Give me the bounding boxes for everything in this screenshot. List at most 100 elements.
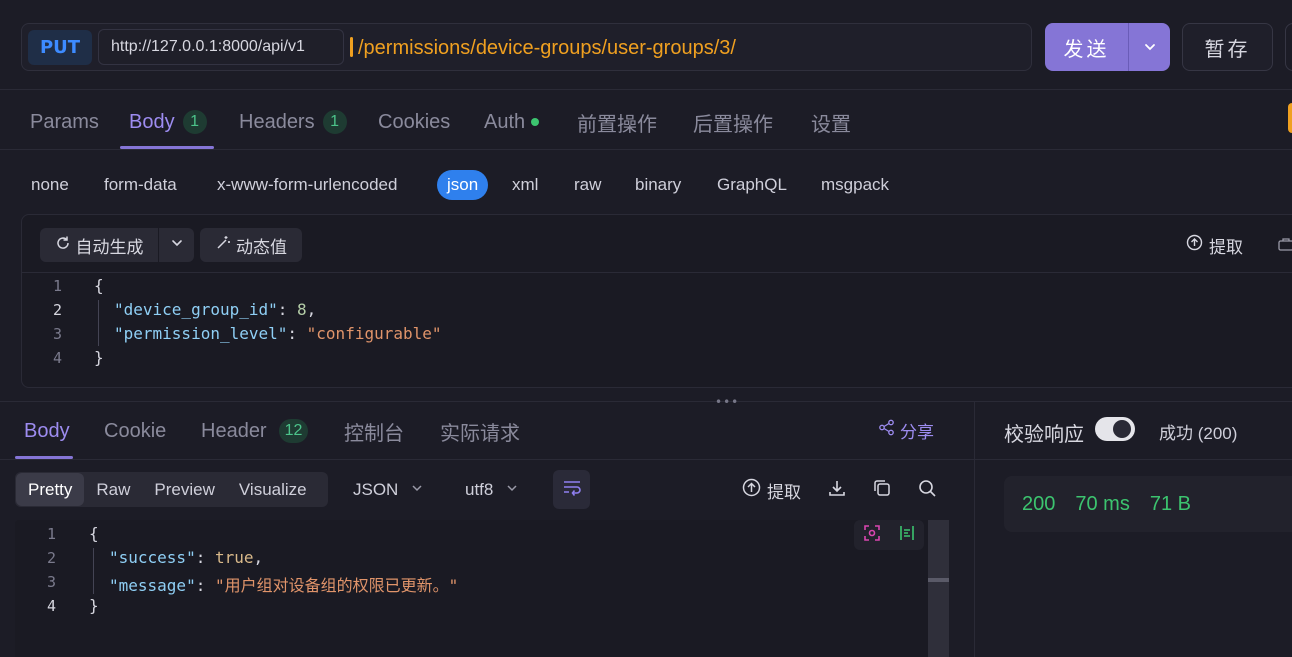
view-mode-pretty[interactable]: Pretty bbox=[16, 473, 85, 506]
code-line: "device_group_id": 8, bbox=[114, 300, 317, 319]
tab-label: 后置操作 bbox=[693, 113, 773, 136]
download-button[interactable] bbox=[827, 478, 847, 502]
response-time: 70 ms bbox=[1075, 492, 1130, 515]
search-button[interactable] bbox=[917, 478, 937, 502]
json-key: "permission_level" bbox=[114, 324, 288, 343]
line-number: 2 bbox=[46, 549, 56, 567]
response-tab-body[interactable]: Body bbox=[24, 416, 70, 446]
tab-settings[interactable]: 设置 bbox=[811, 106, 851, 138]
toolbox-icon[interactable] bbox=[1277, 236, 1292, 256]
line-number: 1 bbox=[46, 525, 56, 543]
encoding-select-value: utf8 bbox=[465, 480, 494, 499]
more-button[interactable] bbox=[1285, 23, 1292, 71]
status-dot-icon bbox=[531, 118, 540, 126]
response-status-summary: 200 70 ms 71 B bbox=[1004, 476, 1292, 532]
body-type-none[interactable]: none bbox=[31, 170, 69, 200]
extract-button[interactable]: 提取 bbox=[1186, 232, 1243, 258]
base-url-prefix[interactable]: http://127.0.0.1:8000/api/v1 bbox=[98, 29, 344, 65]
indent-guide bbox=[93, 548, 94, 594]
word-wrap-toggle[interactable] bbox=[553, 470, 590, 509]
upload-circle-icon bbox=[742, 478, 761, 502]
tab-pre-processors[interactable]: 前置操作 bbox=[577, 106, 657, 138]
line-number: 1 bbox=[52, 277, 62, 295]
tab-label: Params bbox=[30, 110, 99, 133]
response-tab-actual-request[interactable]: 实际请求 bbox=[440, 416, 520, 446]
line-number: 4 bbox=[52, 349, 62, 367]
dynamic-value-label: 动态值 bbox=[236, 237, 287, 258]
tab-label: Body bbox=[129, 110, 175, 133]
scrollbar[interactable] bbox=[928, 520, 949, 657]
tab-label: 设置 bbox=[811, 113, 851, 136]
tab-label: Auth bbox=[484, 110, 526, 133]
view-mode-visualize[interactable]: Visualize bbox=[227, 473, 319, 506]
count-badge: 12 bbox=[278, 419, 309, 443]
json-value: true bbox=[214, 548, 254, 567]
response-extract-button[interactable]: 提取 bbox=[742, 478, 801, 503]
body-type-xml[interactable]: xml bbox=[512, 170, 538, 200]
method-select[interactable]: PUT bbox=[28, 30, 92, 65]
format-select[interactable]: JSON bbox=[353, 478, 424, 502]
save-draft-button[interactable]: 暂存 bbox=[1182, 23, 1273, 71]
dynamic-value-button[interactable]: 动态值 bbox=[200, 228, 302, 262]
line-number: 4 bbox=[46, 597, 56, 615]
divider bbox=[22, 272, 1292, 273]
line-number: 3 bbox=[52, 325, 62, 343]
count-badge: 1 bbox=[322, 110, 347, 134]
resize-handle-icon[interactable]: ••• bbox=[715, 395, 739, 409]
divider bbox=[0, 149, 1292, 150]
tab-label: Cookie bbox=[104, 419, 167, 442]
chevron-down-icon bbox=[410, 480, 424, 500]
share-icon bbox=[878, 419, 895, 441]
json-key: "success" bbox=[109, 548, 196, 567]
tab-label: 控制台 bbox=[344, 422, 404, 445]
wrap-lines-icon bbox=[562, 478, 582, 501]
code-line: "permission_level": "configurable" bbox=[114, 324, 442, 343]
tab-cookies[interactable]: Cookies bbox=[378, 106, 450, 138]
url-path-input[interactable]: /permissions/device-groups/user-groups/3… bbox=[358, 34, 736, 62]
body-type-json[interactable]: json bbox=[437, 170, 489, 200]
download-icon bbox=[827, 478, 847, 503]
body-type-urlencoded[interactable]: x-www-form-urlencoded bbox=[217, 170, 397, 200]
body-type-graphql[interactable]: GraphQL bbox=[717, 170, 787, 200]
send-button-label: 发送 bbox=[1045, 23, 1129, 71]
view-mode-raw[interactable]: Raw bbox=[84, 473, 142, 506]
viewer-tools bbox=[854, 520, 924, 550]
copy-button[interactable] bbox=[872, 478, 892, 502]
verify-status: 成功 (200) bbox=[1159, 424, 1238, 443]
response-tab-header[interactable]: Header 12 bbox=[201, 416, 309, 446]
tab-body[interactable]: Body 1 bbox=[129, 106, 207, 138]
response-tab-console[interactable]: 控制台 bbox=[344, 416, 404, 446]
send-button[interactable]: 发送 bbox=[1045, 23, 1170, 71]
code-line: "success": true, bbox=[109, 548, 264, 567]
view-mode-preview[interactable]: Preview bbox=[142, 473, 226, 506]
share-button[interactable]: 分享 bbox=[878, 416, 934, 444]
body-type-raw[interactable]: raw bbox=[574, 170, 601, 200]
tab-params[interactable]: Params bbox=[30, 106, 99, 138]
auto-generate-button[interactable]: 自动生成 bbox=[40, 228, 158, 262]
response-tab-cookie[interactable]: Cookie bbox=[104, 416, 166, 446]
auto-generate-dropdown[interactable] bbox=[159, 228, 194, 262]
tab-label: Header bbox=[201, 419, 267, 442]
verify-response-toggle[interactable] bbox=[1095, 417, 1135, 441]
code-brace: { bbox=[94, 276, 104, 295]
scrollbar-thumb[interactable] bbox=[928, 578, 949, 582]
tab-post-processors[interactable]: 后置操作 bbox=[693, 106, 773, 138]
text-cursor bbox=[350, 37, 353, 57]
tab-auth[interactable]: Auth bbox=[484, 106, 540, 138]
code-brace: } bbox=[94, 348, 104, 367]
format-align-icon[interactable] bbox=[898, 524, 916, 547]
divider bbox=[0, 459, 974, 460]
body-type-form-data[interactable]: form-data bbox=[104, 170, 177, 200]
search-icon bbox=[917, 478, 937, 503]
body-type-binary[interactable]: binary bbox=[635, 170, 681, 200]
extract-label: 提取 bbox=[767, 482, 801, 503]
body-type-msgpack[interactable]: msgpack bbox=[821, 170, 889, 200]
tab-label: Headers bbox=[239, 110, 315, 133]
tab-label: Cookies bbox=[378, 110, 451, 133]
tab-label: 前置操作 bbox=[577, 113, 657, 136]
target-scan-icon[interactable] bbox=[863, 524, 881, 547]
tab-headers[interactable]: Headers 1 bbox=[239, 106, 347, 138]
side-panel-tab[interactable] bbox=[1288, 103, 1292, 133]
chevron-down-icon[interactable] bbox=[1129, 23, 1170, 71]
encoding-select[interactable]: utf8 bbox=[465, 478, 519, 502]
